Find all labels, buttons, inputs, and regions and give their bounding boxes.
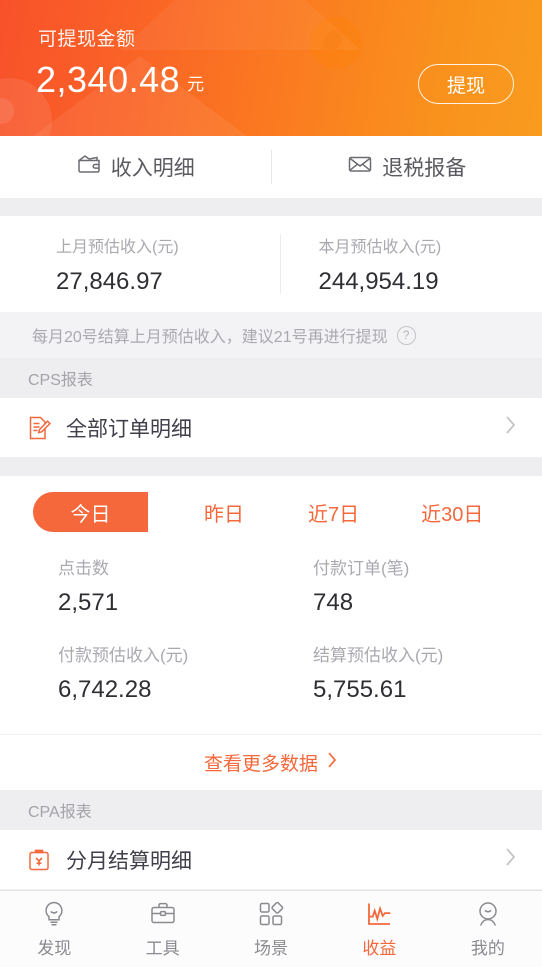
section-header-cpa: CPA报表 (0, 790, 542, 830)
nav-item-scenes[interactable]: 场景 (217, 891, 325, 967)
stats-grid: 点击数 2,571 付款订单(笔) 748 付款预估收入(元) 6,742.28… (0, 538, 542, 734)
nav-item-scenes-label: 场景 (254, 939, 289, 958)
nav-item-tools-label: 工具 (145, 939, 180, 958)
balance-amount: 2,340.48 (36, 59, 181, 100)
view-more-data-link[interactable]: 查看更多数据 (0, 734, 542, 790)
period-yesterday[interactable]: 昨日 (204, 498, 244, 527)
nav-item-discover-label: 发现 (37, 939, 72, 958)
settlement-note-text: 每月20号结算上月预估收入，建议21号再进行提现 (32, 329, 388, 346)
grid-shapes-icon (256, 899, 286, 929)
view-more-data-label: 查看更多数据 (203, 754, 318, 775)
row-all-order-details[interactable]: 全部订单明细 (0, 398, 542, 458)
balance-amount-group: 2,340.48 元 (36, 62, 204, 98)
balance-header: 可提现金额 2,340.48 元 提现 (0, 0, 542, 136)
nav-item-earnings-label: 收益 (362, 939, 397, 958)
stat-settled-estimated-income: 结算预估收入(元) 5,755.61 (271, 641, 542, 704)
section-header-cps: CPS报表 (0, 358, 542, 398)
chevron-right-icon (326, 750, 338, 776)
chevron-right-icon (504, 413, 518, 442)
clipboard-yuan-icon (26, 847, 52, 873)
line-chart-icon (364, 899, 394, 929)
period-last-7-days[interactable]: 近7日 (308, 498, 359, 527)
period-selector: 今日 昨日 近7日 近30日 (0, 476, 542, 538)
period-today[interactable]: 今日 (33, 492, 148, 532)
estimate-this-month-value: 244,954.19 (318, 267, 439, 295)
stat-clicks: 点击数 2,571 (0, 554, 271, 617)
stat-paid-estimated-income-label: 付款预估收入(元) (58, 646, 189, 665)
stat-paid-orders-label: 付款订单(笔) (313, 559, 410, 578)
decorative-triangle-b (120, 0, 360, 50)
question-mark-icon[interactable]: ? (396, 325, 416, 345)
estimate-this-month: 本月预估收入(元) 244,954.19 (281, 233, 542, 296)
settlement-note: 每月20号结算上月预估收入，建议21号再进行提现 ? (0, 312, 542, 358)
bottom-navigation: 发现 工具 场景 收益 我的 (0, 890, 542, 967)
wallet-icon (76, 151, 102, 183)
period-last-30-days[interactable]: 近30日 (421, 498, 483, 527)
estimate-last-month-label: 上月预估收入(元) (56, 238, 179, 256)
tab-income-details[interactable]: 收入明细 (0, 148, 271, 186)
person-icon (473, 899, 503, 929)
document-edit-icon (26, 415, 52, 441)
lightbulb-icon (39, 899, 69, 929)
stat-paid-orders: 付款订单(笔) 748 (271, 554, 542, 617)
spacer-2 (0, 458, 542, 476)
nav-item-tools[interactable]: 工具 (108, 891, 216, 967)
row-monthly-settlement[interactable]: 分月结算明细 (0, 830, 542, 890)
withdraw-button[interactable]: 提现 (418, 64, 514, 104)
briefcase-icon (148, 899, 178, 929)
tab-tax-refund[interactable]: 退税报备 (272, 148, 542, 186)
envelope-icon (347, 151, 373, 183)
nav-item-discover[interactable]: 发现 (0, 891, 108, 967)
row-monthly-settlement-label: 分月结算明细 (66, 849, 192, 873)
nav-item-earnings[interactable]: 收益 (325, 891, 433, 967)
top-tab-bar: 收入明细 退税报备 (0, 136, 542, 198)
spacer-1 (0, 198, 542, 216)
estimate-last-month-value: 27,846.97 (56, 267, 163, 295)
row-all-order-details-label: 全部订单明细 (66, 417, 192, 441)
cps-stats-card: 今日 昨日 近7日 近30日 点击数 2,571 付款订单(笔) 748 付款预… (0, 476, 542, 790)
tab-tax-refund-label: 退税报备 (382, 157, 467, 180)
balance-currency-unit: 元 (187, 75, 205, 94)
nav-item-profile[interactable]: 我的 (434, 891, 542, 967)
nav-item-profile-label: 我的 (470, 939, 505, 958)
estimate-this-month-label: 本月预估收入(元) (318, 238, 442, 256)
chevron-right-icon (504, 845, 518, 874)
stat-clicks-label: 点击数 (58, 559, 109, 578)
stat-clicks-value: 2,571 (58, 589, 119, 616)
stat-paid-estimated-income: 付款预估收入(元) 6,742.28 (0, 641, 271, 704)
stat-settled-estimated-income-label: 结算预估收入(元) (313, 646, 444, 665)
stat-settled-estimated-income-value: 5,755.61 (313, 676, 407, 703)
tab-income-details-label: 收入明细 (110, 157, 195, 180)
balance-label: 可提现金额 (38, 29, 136, 50)
app-screen: 可提现金额 2,340.48 元 提现 收入明细 退税报备 上月预估收入(元) … (0, 0, 542, 967)
estimate-card: 上月预估收入(元) 27,846.97 本月预估收入(元) 244,954.19 (0, 216, 542, 312)
stat-paid-orders-value: 748 (313, 589, 354, 616)
stat-paid-estimated-income-value: 6,742.28 (58, 676, 152, 703)
estimate-last-month: 上月预估收入(元) 27,846.97 (0, 233, 280, 296)
